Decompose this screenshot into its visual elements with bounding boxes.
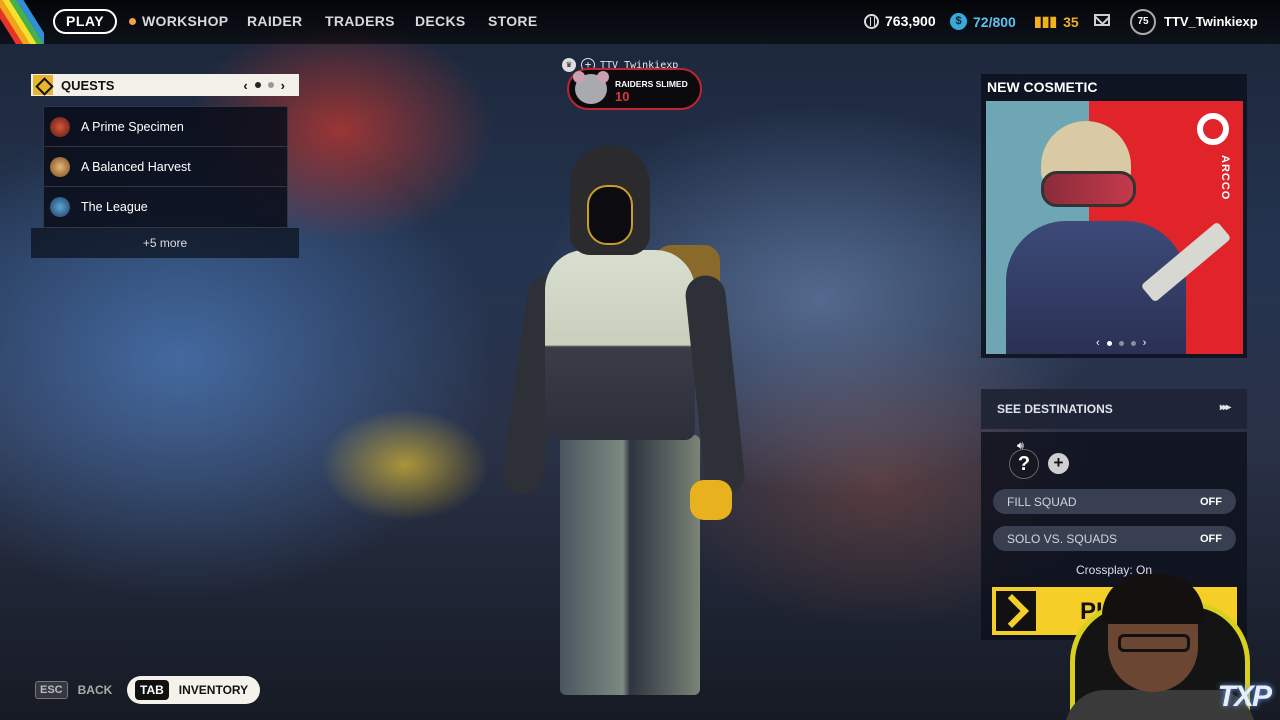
nav-raider-tab[interactable]: RAIDER bbox=[247, 13, 302, 29]
quest-item[interactable]: A Balanced Harvest bbox=[44, 147, 287, 187]
streamer-webcam: TXP bbox=[1040, 572, 1280, 720]
tokens-balance: $ 72/800 bbox=[950, 13, 1016, 30]
chevron-right-icon bbox=[996, 591, 1036, 631]
fill-squad-label: FILL SQUAD bbox=[1007, 494, 1077, 509]
cosmetic-brand: ARCCO bbox=[1219, 155, 1231, 201]
raider-character-model[interactable] bbox=[499, 145, 770, 705]
quests-title: QUESTS bbox=[61, 77, 115, 93]
quest-giver-avatar bbox=[50, 197, 70, 217]
nav-workshop-label: WORKSHOP bbox=[142, 13, 229, 29]
coins-value: 763,900 bbox=[885, 13, 936, 29]
quest-diamond-icon bbox=[33, 75, 53, 95]
quest-title: A Prime Specimen bbox=[81, 119, 184, 134]
player-level-badge[interactable]: 75 bbox=[1130, 9, 1156, 35]
page-dot-active bbox=[254, 82, 261, 88]
webcam-hair bbox=[1102, 574, 1204, 624]
new-cosmetic-title: NEW COSMETIC bbox=[987, 79, 1098, 95]
character-torso bbox=[545, 250, 695, 440]
notification-dot-icon bbox=[129, 18, 136, 25]
raiders-slimed-banner: RAIDERS SLIMED 10 bbox=[567, 68, 702, 110]
quest-giver-avatar bbox=[50, 156, 70, 177]
fill-squad-toggle[interactable]: FILL SQUAD OFF bbox=[993, 489, 1236, 514]
quests-panel: QUESTS ‹ › A Prime Specimen A Balanced H… bbox=[31, 74, 299, 258]
back-label: BACK bbox=[77, 683, 113, 697]
inventory-label: INVENTORY bbox=[178, 683, 249, 697]
quest-item[interactable]: The League bbox=[44, 187, 287, 227]
webcam-glasses bbox=[1118, 634, 1190, 652]
cred-icon: ▮▮▮ bbox=[1034, 13, 1058, 29]
back-hint[interactable]: ESC BACK bbox=[35, 681, 112, 699]
nav-traders-tab[interactable]: TRADERS bbox=[325, 13, 395, 29]
rainbow-stripes-logo bbox=[0, 0, 44, 44]
add-squad-member-button[interactable]: + bbox=[1048, 453, 1069, 474]
arcco-logo-icon bbox=[1197, 113, 1229, 145]
carousel-next-button[interactable]: › bbox=[1143, 337, 1147, 349]
carousel-dot bbox=[1118, 340, 1124, 346]
inventory-button[interactable]: TAB INVENTORY bbox=[127, 676, 261, 704]
squad-slot-unknown[interactable]: ? bbox=[1009, 449, 1039, 479]
raiders-slimed-count: 10 bbox=[615, 89, 630, 104]
see-destinations-button[interactable]: SEE DESTINATIONS ▸▸▸ bbox=[981, 389, 1247, 429]
character-visor bbox=[587, 185, 633, 245]
cosmetic-figure-goggles bbox=[1041, 171, 1136, 207]
cred-value: 35 bbox=[1063, 13, 1079, 30]
quests-header: QUESTS ‹ › bbox=[31, 74, 299, 96]
quests-pager: ‹ › bbox=[243, 78, 285, 93]
page-dot bbox=[267, 82, 274, 88]
solo-vs-squads-toggle[interactable]: SOLO VS. SQUADS OFF bbox=[993, 526, 1236, 551]
quest-item[interactable]: A Prime Specimen bbox=[44, 107, 287, 147]
see-destinations-label: SEE DESTINATIONS bbox=[997, 402, 1113, 416]
character-legs bbox=[560, 435, 700, 695]
crown-icon: ♛ bbox=[562, 58, 576, 72]
nav-decks-tab[interactable]: DECKS bbox=[415, 13, 466, 29]
cosmetic-preview-image[interactable]: ARCCO ‹ › bbox=[986, 101, 1243, 354]
quest-title: A Balanced Harvest bbox=[81, 159, 191, 174]
player-username[interactable]: TTV_Twinkiexp bbox=[1164, 14, 1258, 29]
token-icon: $ bbox=[950, 13, 967, 30]
quest-title: The League bbox=[81, 200, 148, 214]
quests-next-button[interactable]: › bbox=[281, 78, 285, 93]
tokens-value: 72/800 bbox=[973, 13, 1016, 30]
cred-balance: ▮▮▮ 35 bbox=[1034, 13, 1079, 30]
cosmetic-carousel: ‹ › bbox=[1096, 337, 1146, 349]
character-glove bbox=[690, 480, 732, 520]
coins-balance: 763,900 bbox=[864, 13, 936, 29]
new-cosmetic-panel: NEW COSMETIC ARCCO ‹ › bbox=[981, 74, 1247, 358]
tab-key: TAB bbox=[135, 680, 169, 700]
solo-vs-squads-label: SOLO VS. SQUADS bbox=[1007, 531, 1118, 546]
quest-list: A Prime Specimen A Balanced Harvest The … bbox=[43, 106, 288, 228]
mail-icon[interactable] bbox=[1094, 14, 1110, 26]
quests-more-link[interactable]: +5 more bbox=[31, 228, 299, 258]
fill-squad-state: OFF bbox=[1200, 495, 1222, 508]
nav-play-tab[interactable]: PLAY bbox=[53, 9, 118, 34]
quest-giver-avatar bbox=[50, 116, 70, 137]
raiders-slimed-label: RAIDERS SLIMED bbox=[615, 79, 688, 89]
solo-vs-squads-state: OFF bbox=[1200, 532, 1222, 545]
rat-icon bbox=[573, 71, 609, 104]
carousel-dot-active bbox=[1106, 340, 1112, 346]
coin-icon bbox=[864, 13, 879, 29]
top-nav-bar: PLAY WORKSHOP RAIDER TRADERS DECKS STORE… bbox=[0, 0, 1280, 44]
esc-key: ESC bbox=[35, 681, 68, 699]
carousel-prev-button[interactable]: ‹ bbox=[1096, 337, 1100, 349]
carousel-dot bbox=[1130, 340, 1136, 346]
nav-store-tab[interactable]: STORE bbox=[488, 13, 537, 29]
fast-forward-icon: ▸▸▸ bbox=[1219, 402, 1231, 413]
quests-prev-button[interactable]: ‹ bbox=[243, 78, 247, 93]
nav-workshop-tab[interactable]: WORKSHOP bbox=[129, 13, 228, 29]
txp-logo: TXP bbox=[1217, 680, 1272, 713]
